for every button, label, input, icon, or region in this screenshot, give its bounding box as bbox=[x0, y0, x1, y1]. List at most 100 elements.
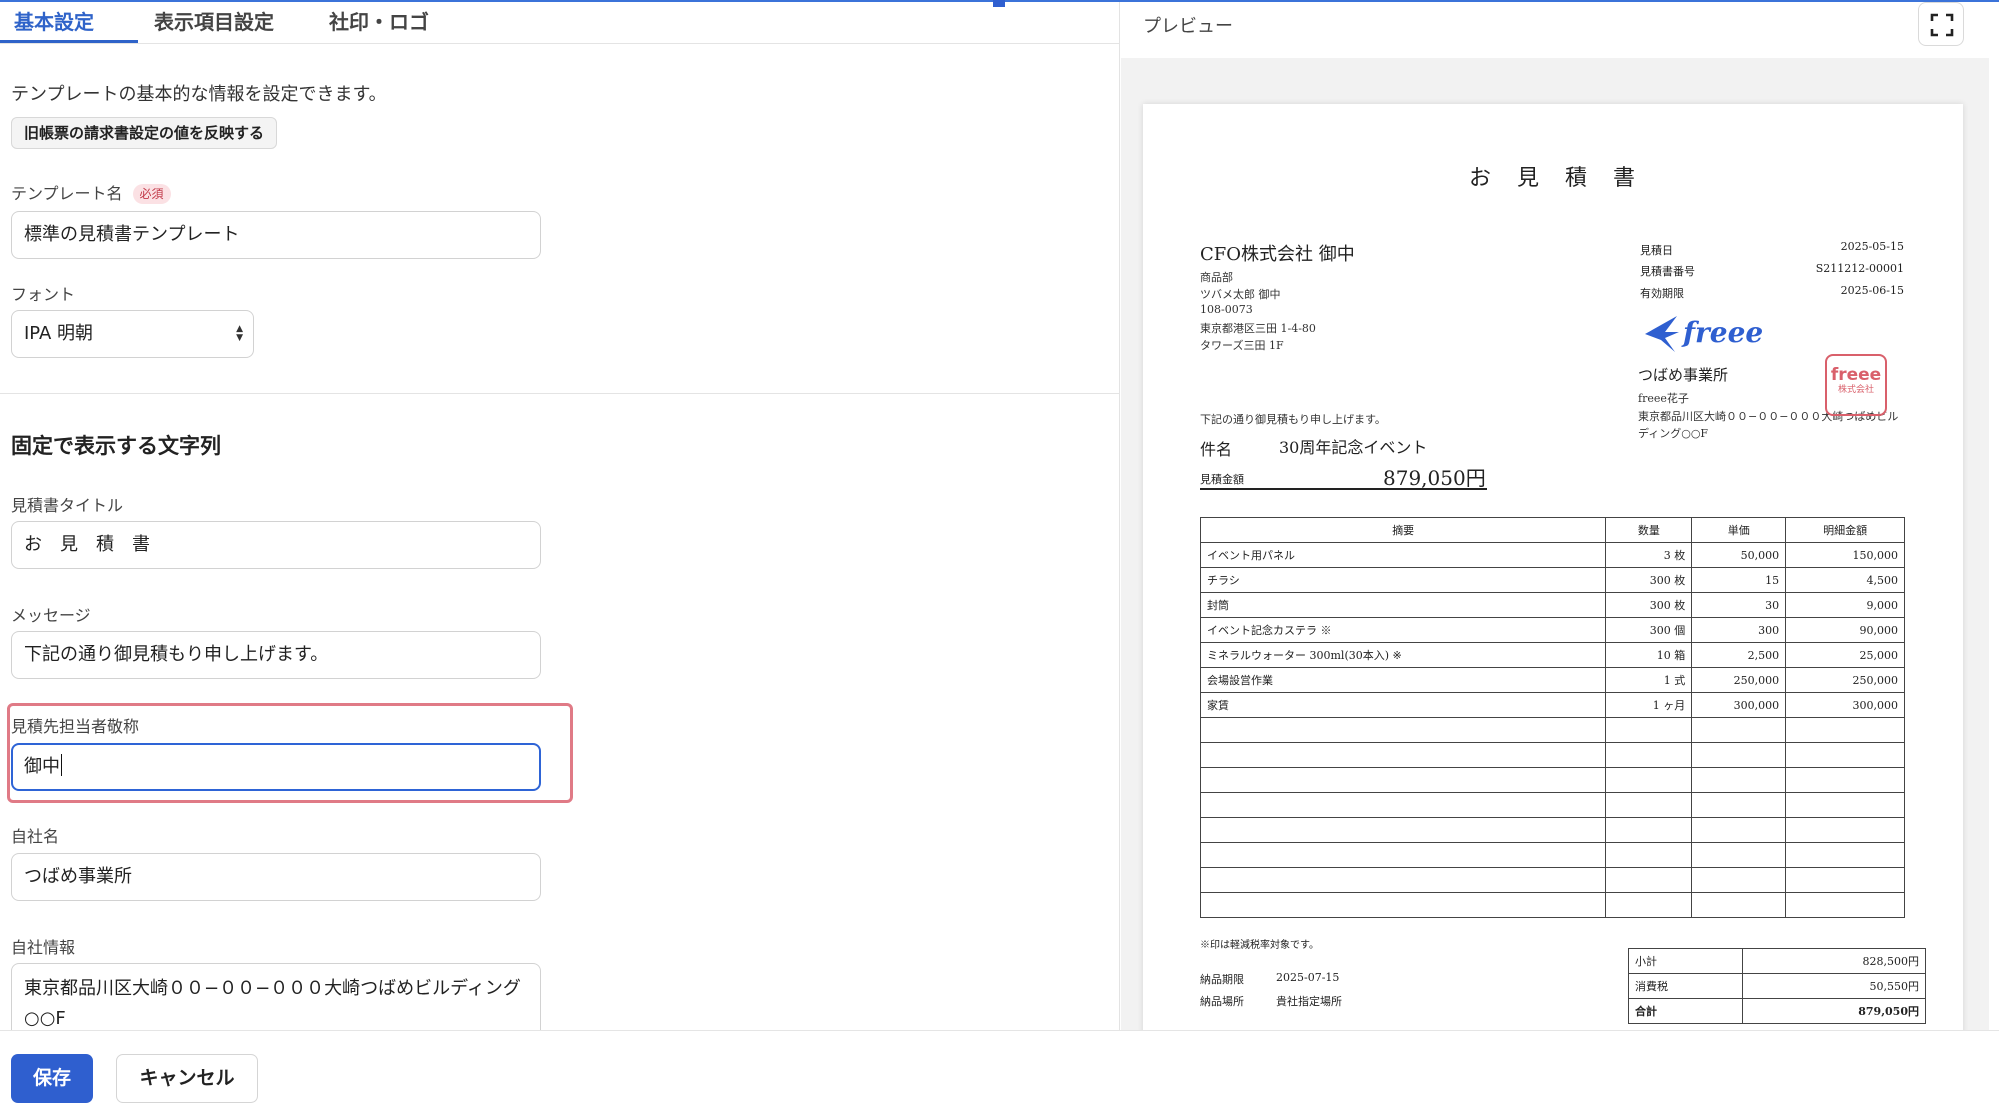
message-label: メッセージ bbox=[11, 606, 91, 625]
empty-row bbox=[1199, 717, 1905, 743]
client-line: 商品部 bbox=[1200, 271, 1233, 284]
item-amount: 300,000 bbox=[1785, 692, 1905, 718]
settings-tabs: 基本設定 表示項目設定 社印・ロゴ bbox=[0, 0, 1119, 44]
meta-label: 見積書番号 bbox=[1640, 265, 1695, 278]
splitter-handle[interactable] bbox=[993, 0, 1005, 7]
text-caret bbox=[61, 754, 62, 776]
client-name: CFO株式会社 御中 bbox=[1200, 244, 1355, 265]
template-name-input[interactable]: 標準の見積書テンプレート bbox=[11, 211, 541, 259]
totals-label: 合計 bbox=[1627, 998, 1744, 1024]
item-quantity: 3 枚 bbox=[1605, 542, 1693, 568]
quote-document-preview: お 見 積 書 CFO株式会社 御中 商品部 ツバメ太郎 御中 108-0073… bbox=[1143, 104, 1963, 1030]
template-name-label: テンプレート名 必須 bbox=[11, 180, 171, 204]
subject-value: 30周年記念イベント bbox=[1279, 438, 1428, 457]
preview-title: プレビュー bbox=[1143, 16, 1233, 37]
item-description: 家賃 bbox=[1199, 692, 1607, 718]
company-name: つばめ事業所 bbox=[1638, 366, 1729, 384]
tab-seal-logo[interactable]: 社印・ロゴ bbox=[329, 6, 429, 35]
item-unit-price: 2,500 bbox=[1691, 642, 1787, 668]
preview-header: プレビュー bbox=[1121, 0, 1999, 58]
table-row: イベント用パネル 3 枚 50,000 150,000 bbox=[1199, 542, 1905, 568]
table-header-row: 摘要 数量 単価 明細金額 bbox=[1199, 517, 1905, 543]
section-divider bbox=[0, 393, 1119, 394]
expand-icon bbox=[1930, 13, 1954, 37]
seal-sub-text: 株式会社 bbox=[1837, 385, 1874, 395]
freee-bird-icon: freee bbox=[1645, 316, 1763, 352]
message-input[interactable]: 下記の通り御見積もり申し上げます。 bbox=[11, 631, 541, 679]
totals-row: 消費税 50,550円 bbox=[1627, 973, 1926, 999]
subject-label: 件名 bbox=[1200, 440, 1233, 459]
active-tab-indicator bbox=[0, 40, 138, 43]
item-amount: 90,000 bbox=[1785, 617, 1905, 643]
item-quantity: 300 枚 bbox=[1605, 567, 1693, 593]
form-description: テンプレートの基本的な情報を設定できます。 bbox=[11, 84, 387, 105]
select-arrows-icon: ▲ ▼ bbox=[236, 324, 243, 343]
column-header: 数量 bbox=[1605, 517, 1693, 543]
column-header: 明細金額 bbox=[1785, 517, 1905, 543]
client-line: ツバメ太郎 御中 bbox=[1200, 288, 1281, 301]
delivery-value: 貴社指定場所 bbox=[1276, 995, 1342, 1008]
item-amount: 4,500 bbox=[1785, 567, 1905, 593]
item-amount: 9,000 bbox=[1785, 592, 1905, 618]
empty-row bbox=[1199, 767, 1905, 793]
item-description: イベント記念カステラ ※ bbox=[1199, 617, 1607, 643]
table-row: イベント記念カステラ ※ 300 個 300 90,000 bbox=[1199, 617, 1905, 643]
fixed-strings-section-title: 固定で表示する文字列 bbox=[11, 434, 221, 458]
item-amount: 25,000 bbox=[1785, 642, 1905, 668]
item-description: 会場設営作業 bbox=[1199, 667, 1607, 693]
tab-display-items[interactable]: 表示項目設定 bbox=[154, 6, 274, 35]
settings-pane: 基本設定 表示項目設定 社印・ロゴ テンプレートの基本的な情報を設定できます。 … bbox=[0, 0, 1120, 1030]
totals-value: 828,500円 bbox=[1742, 948, 1926, 974]
doc-title-input[interactable]: お 見 積 書 bbox=[11, 521, 541, 569]
doc-title-label: 見積書タイトル bbox=[11, 496, 124, 515]
font-select[interactable]: IPA 明朝 ▲ ▼ bbox=[11, 310, 254, 358]
doc-title: お 見 積 書 bbox=[1468, 166, 1637, 191]
empty-row bbox=[1199, 817, 1905, 843]
logo-wordmark: freee bbox=[1681, 316, 1763, 349]
table-row: 封筒 300 枚 30 9,000 bbox=[1199, 592, 1905, 618]
company-name-input[interactable]: つばめ事業所 bbox=[11, 853, 541, 901]
empty-row bbox=[1199, 792, 1905, 818]
item-description: イベント用パネル bbox=[1199, 542, 1607, 568]
totals-table: 小計 828,500円 消費税 50,550円 合計 879,050円 bbox=[1627, 948, 1926, 1024]
reflect-legacy-settings-button[interactable]: 旧帳票の請求書設定の値を反映する bbox=[11, 117, 278, 149]
empty-row bbox=[1199, 742, 1905, 768]
template-name-label-text: テンプレート名 bbox=[11, 184, 123, 203]
totals-value: 50,550円 bbox=[1742, 973, 1926, 999]
tab-basic-settings[interactable]: 基本設定 bbox=[14, 6, 94, 35]
column-header: 単価 bbox=[1691, 517, 1787, 543]
save-button[interactable]: 保存 bbox=[11, 1054, 93, 1103]
item-quantity: 300 枚 bbox=[1605, 592, 1693, 618]
item-unit-price: 300 bbox=[1691, 617, 1787, 643]
cancel-button[interactable]: キャンセル bbox=[116, 1054, 258, 1103]
item-unit-price: 15 bbox=[1691, 567, 1787, 593]
required-badge: 必須 bbox=[132, 184, 171, 204]
table-row: ミネラルウォーター 300ml(30本入) ※ 10 箱 2,500 25,000 bbox=[1199, 642, 1905, 668]
item-unit-price: 250,000 bbox=[1691, 667, 1787, 693]
table-row: チラシ 300 枚 15 4,500 bbox=[1199, 567, 1905, 593]
item-quantity: 10 箱 bbox=[1605, 642, 1693, 668]
font-label: フォント bbox=[11, 285, 76, 304]
honorific-input[interactable]: 御中 bbox=[11, 743, 541, 791]
empty-row bbox=[1199, 892, 1905, 918]
empty-row bbox=[1199, 842, 1905, 868]
seal-main-text: freee bbox=[1830, 365, 1882, 385]
item-quantity: 1 ヶ月 bbox=[1605, 692, 1693, 718]
item-unit-price: 50,000 bbox=[1691, 542, 1787, 568]
client-line: タワーズ三田 1F bbox=[1200, 339, 1284, 352]
totals-label: 小計 bbox=[1627, 948, 1744, 974]
fullscreen-button[interactable] bbox=[1918, 2, 1964, 46]
line-items-table: 摘要 数量 単価 明細金額 イベント用パネル 3 枚 50,000 150,000 チ… bbox=[1199, 517, 1905, 918]
reduced-tax-note: ※印は軽減税率対象です。 bbox=[1200, 940, 1319, 951]
company-info-textarea[interactable]: 東京都品川区大崎００−００−０００大崎つばめビルディング○○F bbox=[11, 963, 541, 1030]
doc-message: 下記の通り御見積もり申し上げます。 bbox=[1200, 413, 1386, 426]
column-header: 摘要 bbox=[1199, 517, 1607, 543]
form-footer: 保存 キャンセル bbox=[0, 1030, 1999, 1118]
honorific-input-value: 御中 bbox=[24, 756, 60, 777]
item-quantity: 300 個 bbox=[1605, 617, 1693, 643]
meta-value: S211212-00001 bbox=[1815, 262, 1904, 275]
totals-row: 合計 879,050円 bbox=[1627, 998, 1926, 1024]
freee-logo: freee bbox=[1643, 310, 1763, 360]
totals-value: 879,050円 bbox=[1742, 998, 1926, 1024]
item-unit-price: 30 bbox=[1691, 592, 1787, 618]
